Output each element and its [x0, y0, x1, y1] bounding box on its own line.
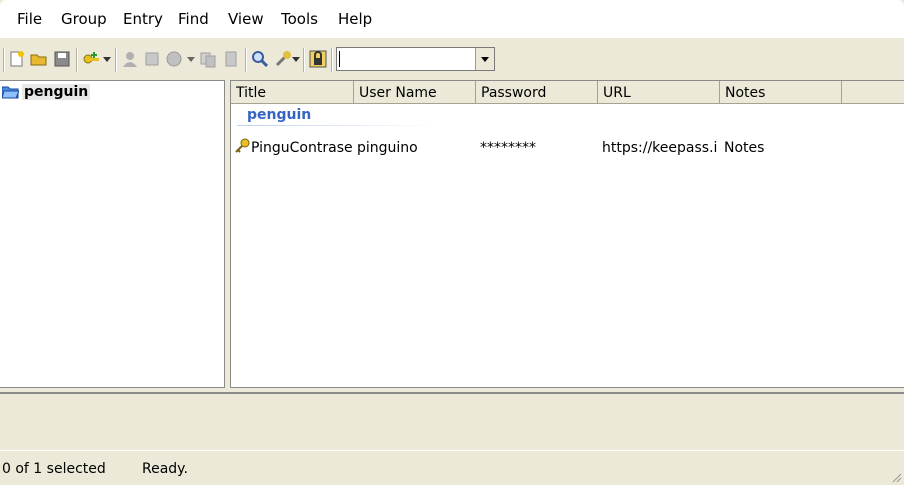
group-header-divider [237, 125, 437, 126]
status-selection: 0 of 1 selected [2, 461, 106, 477]
toolbar-separator [76, 48, 78, 72]
column-header-username[interactable]: User Name [354, 81, 476, 103]
chevron-down-icon [187, 57, 195, 62]
entry-preview-panel [0, 392, 904, 450]
column-header-title[interactable]: Title [231, 81, 354, 103]
entry-list[interactable]: Title User Name Password URL Notes pengu… [230, 80, 904, 388]
tree-item-label: penguin [22, 84, 91, 100]
text-caret [339, 51, 340, 67]
quick-search-combo[interactable] [336, 47, 495, 71]
column-header-password[interactable]: Password [476, 81, 598, 103]
cell-url: https://keepass.in [602, 140, 718, 156]
cell-password: ******** [480, 140, 536, 156]
list-group-header: penguin [247, 107, 312, 123]
toolbar-separator [115, 48, 117, 72]
menu-help[interactable]: Help [338, 10, 372, 28]
delete-entry-icon [225, 51, 237, 67]
save-database-icon[interactable] [53, 50, 71, 68]
group-tree[interactable]: penguin [0, 80, 225, 388]
menu-entry[interactable]: Entry [123, 10, 163, 28]
cell-username: pinguino [357, 140, 418, 156]
status-bar: 0 of 1 selected Ready. [0, 450, 904, 485]
new-database-icon[interactable] [8, 50, 26, 68]
menu-view[interactable]: View [228, 10, 264, 28]
menu-find[interactable]: Find [178, 10, 209, 28]
menu-file[interactable]: File [17, 10, 42, 28]
find-icon[interactable] [251, 50, 269, 68]
menu-bar: File Group Entry Find View Tools Help [0, 0, 904, 38]
open-url-icon [166, 51, 182, 67]
toolbar-separator [245, 48, 247, 72]
resize-grip-icon[interactable] [890, 471, 902, 483]
open-database-icon[interactable] [30, 50, 48, 68]
status-state: Ready. [142, 461, 188, 477]
toolbar-separator [303, 48, 305, 72]
key-icon [235, 138, 250, 153]
menu-tools[interactable]: Tools [281, 10, 318, 28]
menu-group[interactable]: Group [61, 10, 107, 28]
toolbar-separator [3, 48, 5, 72]
toolbar-separator [331, 48, 333, 72]
lock-workspace-icon[interactable] [309, 50, 327, 68]
column-header-url[interactable]: URL [598, 81, 720, 103]
cell-title: PinguContraseñ [251, 140, 353, 156]
tools-icon[interactable] [274, 50, 292, 68]
open-folder-icon [2, 86, 19, 99]
add-entry-icon[interactable] [82, 50, 100, 68]
chevron-down-icon[interactable] [103, 57, 111, 62]
copy-password-icon [145, 52, 159, 66]
list-header: Title User Name Password URL Notes [231, 81, 904, 104]
copy-username-icon [123, 52, 137, 67]
column-header-notes[interactable]: Notes [720, 81, 842, 103]
chevron-down-icon[interactable] [292, 57, 300, 62]
copy-entry-icon [200, 52, 216, 68]
quick-search-dropdown-button[interactable] [475, 48, 494, 70]
cell-notes: Notes [724, 140, 765, 156]
